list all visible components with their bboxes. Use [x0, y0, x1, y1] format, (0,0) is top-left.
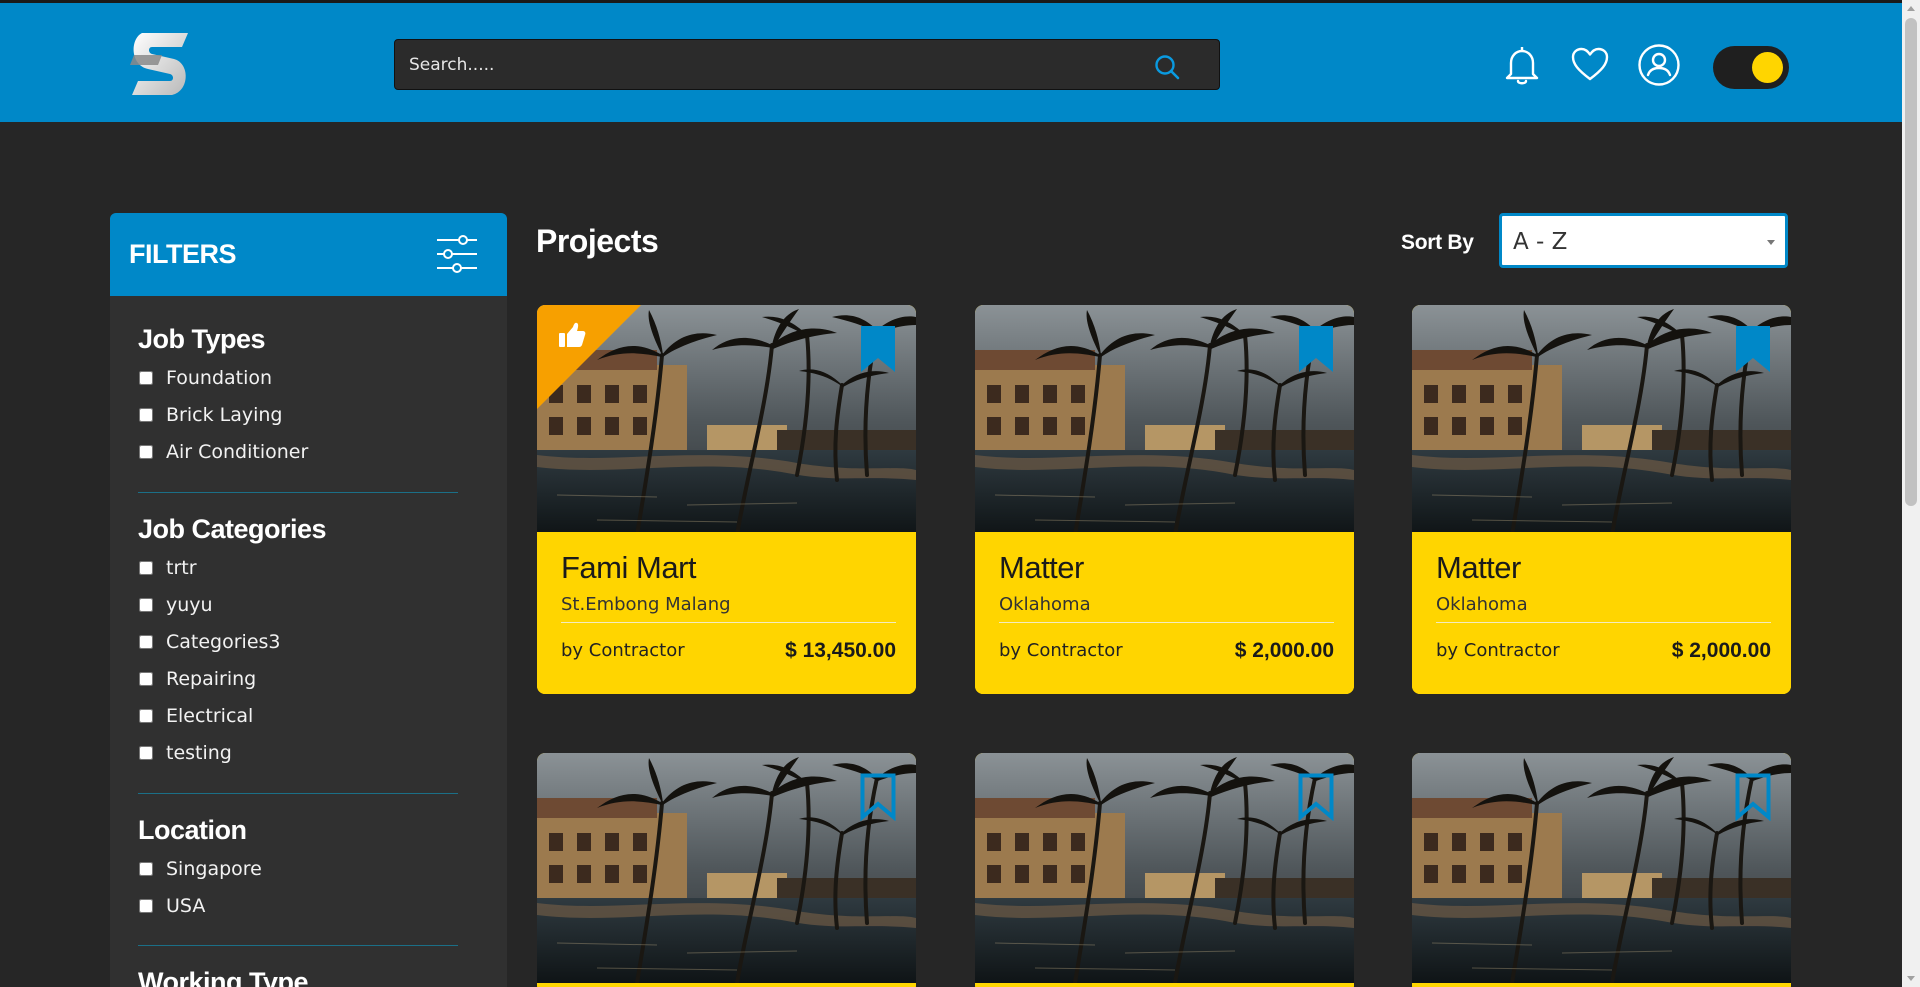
- filter-option[interactable]: Categories3: [138, 623, 458, 660]
- filter-option[interactable]: testing: [138, 734, 458, 771]
- page-title: Projects: [536, 223, 659, 259]
- theme-toggle-knob: [1752, 52, 1783, 83]
- filter-divider: [138, 492, 458, 493]
- filter-divider: [138, 945, 458, 946]
- filter-group-job-categories: Job Categories trtr yuyu Categories3 Rep…: [138, 514, 458, 771]
- filter-sliders-icon[interactable]: [435, 233, 477, 275]
- filters-header: FILTERS: [110, 213, 507, 296]
- scroll-up-arrow[interactable]: [1907, 6, 1915, 11]
- project-card-body: Matter Oklahoma by Contractor $ 2,000.00: [1412, 532, 1791, 694]
- scroll-thumb[interactable]: [1905, 18, 1917, 506]
- filter-checkbox[interactable]: [139, 560, 153, 575]
- filter-group-working-type: Working Type: [138, 967, 458, 987]
- search-input[interactable]: [395, 40, 1219, 89]
- filter-option[interactable]: Repairing: [138, 660, 458, 697]
- bookmark-icon[interactable]: [1298, 773, 1334, 821]
- theme-toggle[interactable]: [1713, 46, 1789, 89]
- user-icon[interactable]: [1637, 43, 1681, 87]
- project-owner: by Contractor: [1436, 640, 1560, 661]
- filter-checkbox[interactable]: [139, 370, 153, 385]
- card-footer-strip: [1412, 983, 1791, 987]
- filter-checkbox[interactable]: [139, 444, 153, 459]
- filter-option[interactable]: Singapore: [138, 850, 458, 887]
- filter-group-title: Job Types: [138, 324, 266, 354]
- heart-icon[interactable]: [1568, 43, 1612, 87]
- page-scrollbar[interactable]: [1902, 0, 1920, 987]
- filter-group-job-types: Job Types Foundation Brick Laying Air Co…: [138, 324, 458, 470]
- filter-checkbox[interactable]: [139, 597, 153, 612]
- filter-checkbox[interactable]: [139, 634, 153, 649]
- filter-option[interactable]: Electrical: [138, 697, 458, 734]
- filters-panel: FILTERS Job Types Foundation Brick Layin…: [110, 213, 507, 987]
- project-location: Oklahoma: [1436, 594, 1528, 615]
- bookmark-icon[interactable]: [1298, 325, 1334, 373]
- project-card[interactable]: [1412, 753, 1791, 987]
- project-card[interactable]: Fami Mart St.Embong Malang by Contractor…: [537, 305, 916, 694]
- chevron-down-icon: [1767, 240, 1775, 245]
- top-header: [0, 0, 1902, 122]
- filter-checkbox[interactable]: [139, 898, 153, 913]
- bell-icon[interactable]: [1500, 43, 1544, 87]
- filter-option[interactable]: trtr: [138, 549, 458, 586]
- project-price: $ 2,000.00: [1234, 639, 1334, 662]
- filter-option[interactable]: Foundation: [138, 359, 458, 396]
- project-price: $ 13,450.00: [785, 639, 896, 662]
- filter-checkbox[interactable]: [139, 708, 153, 723]
- project-title[interactable]: Matter: [1436, 550, 1521, 586]
- card-divider: [999, 622, 1334, 623]
- card-footer-strip: [537, 983, 916, 987]
- project-price: $ 2,000.00: [1671, 639, 1771, 662]
- filter-checkbox[interactable]: [139, 861, 153, 876]
- project-card-body: Matter Oklahoma by Contractor $ 2,000.00: [975, 532, 1354, 694]
- card-divider: [1436, 622, 1771, 623]
- site-logo[interactable]: [128, 29, 192, 99]
- project-card[interactable]: [975, 753, 1354, 987]
- card-footer-strip: [975, 983, 1354, 987]
- scroll-down-arrow[interactable]: [1907, 976, 1915, 981]
- project-card[interactable]: [537, 753, 916, 987]
- bookmark-icon[interactable]: [1735, 325, 1771, 373]
- bookmark-icon[interactable]: [860, 773, 896, 821]
- filter-option[interactable]: Air Conditioner: [138, 433, 458, 470]
- filter-group-title: Working Type: [138, 967, 309, 987]
- filter-group-title: Location: [138, 815, 247, 845]
- project-title[interactable]: Matter: [999, 550, 1084, 586]
- filter-option[interactable]: yuyu: [138, 586, 458, 623]
- filter-divider: [138, 793, 458, 794]
- featured-badge: [537, 305, 641, 409]
- filter-group-title: Job Categories: [138, 514, 327, 544]
- project-card-body: Fami Mart St.Embong Malang by Contractor…: [537, 532, 916, 694]
- card-divider: [561, 622, 896, 623]
- project-location: St.Embong Malang: [561, 594, 731, 615]
- project-owner: by Contractor: [561, 640, 685, 661]
- sort-selected-value: A - Z: [1513, 229, 1568, 255]
- sort-select[interactable]: A - Z: [1499, 213, 1788, 268]
- filter-checkbox[interactable]: [139, 745, 153, 760]
- search-bar: [394, 39, 1220, 90]
- project-location: Oklahoma: [999, 594, 1091, 615]
- project-owner: by Contractor: [999, 640, 1123, 661]
- sort-label: Sort By: [1401, 231, 1474, 254]
- filter-checkbox[interactable]: [139, 671, 153, 686]
- bookmark-icon[interactable]: [1735, 773, 1771, 821]
- project-title[interactable]: Fami Mart: [561, 550, 697, 586]
- bookmark-icon[interactable]: [860, 325, 896, 373]
- project-card[interactable]: Matter Oklahoma by Contractor $ 2,000.00: [1412, 305, 1791, 694]
- filter-group-location: Location Singapore USA: [138, 815, 458, 924]
- filter-option[interactable]: USA: [138, 887, 458, 924]
- search-icon[interactable]: [1153, 53, 1181, 81]
- filters-title: FILTERS: [129, 239, 237, 269]
- filter-option[interactable]: Brick Laying: [138, 396, 458, 433]
- project-card[interactable]: Matter Oklahoma by Contractor $ 2,000.00: [975, 305, 1354, 694]
- filter-checkbox[interactable]: [139, 407, 153, 422]
